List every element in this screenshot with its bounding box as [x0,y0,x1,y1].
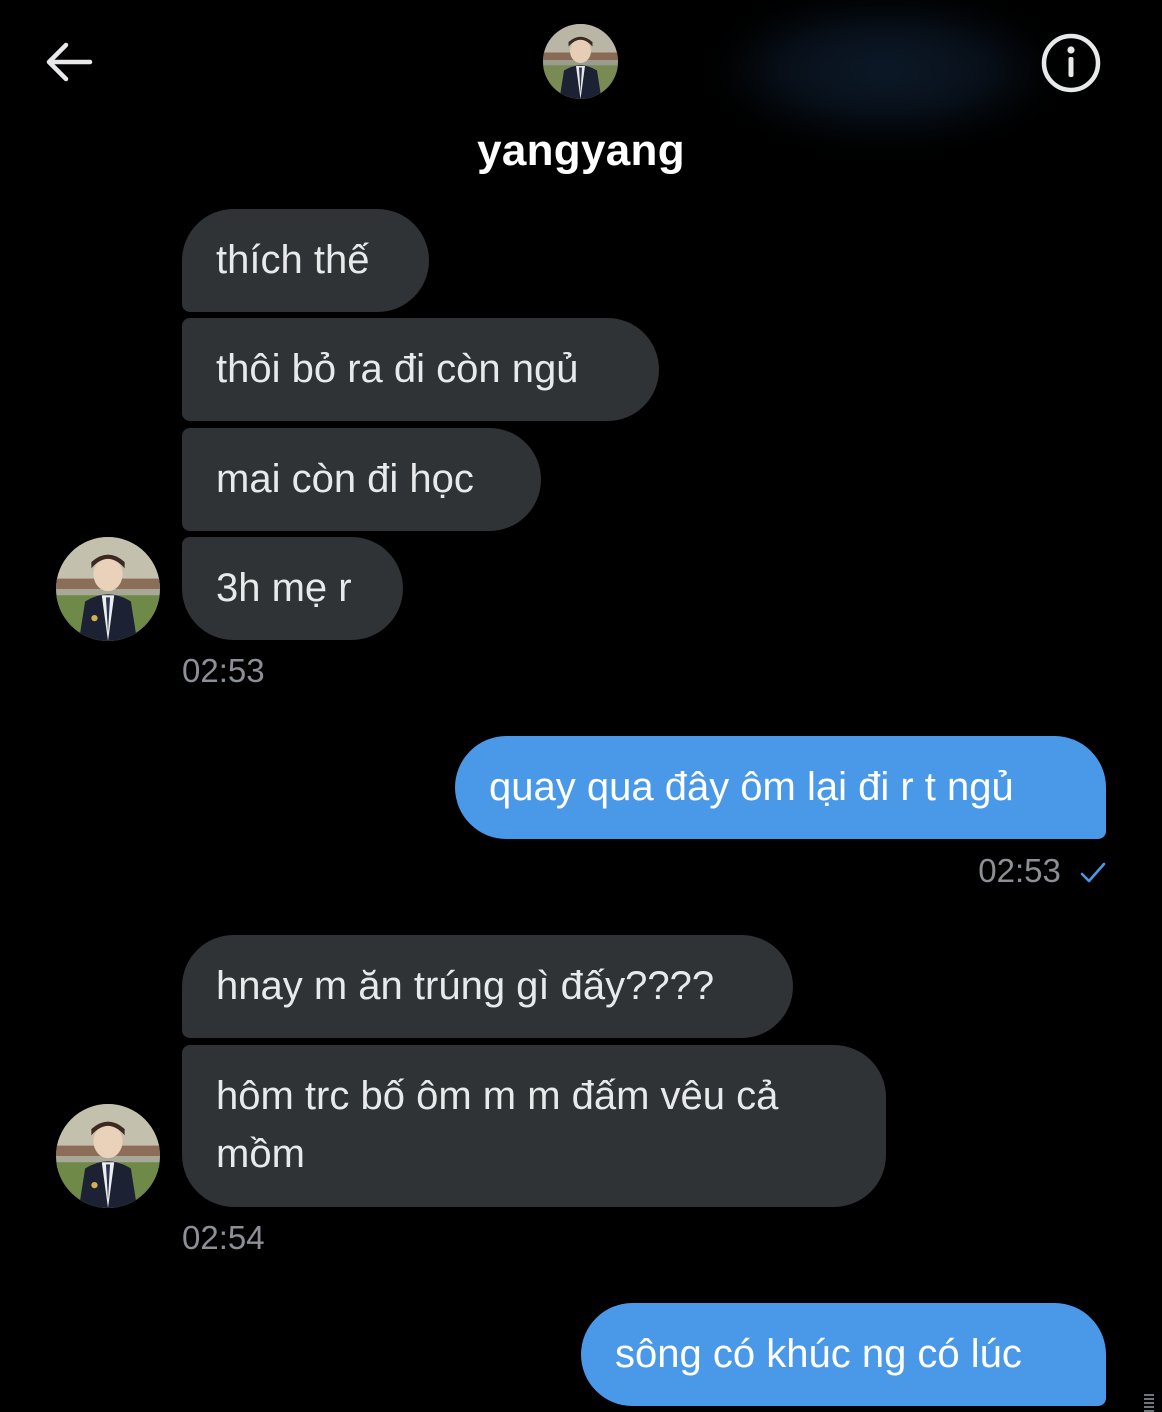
avatar-image [543,24,618,99]
info-icon [1041,33,1101,93]
sender-avatar[interactable] [56,537,160,641]
message-text: 3h mẹ r [216,566,352,610]
message-text: thôi bỏ ra đi còn ngủ [216,347,579,391]
message-text: thích thế [216,238,370,282]
scrollbar[interactable] [1144,1394,1154,1412]
read-check-icon [1080,862,1106,883]
message-text: quay qua đây ôm lại đi r t ngủ [489,765,1014,809]
header-avatar[interactable] [543,24,618,99]
avatar-image [56,1104,160,1208]
message-bubble-incoming[interactable]: hôm trc bố ôm m m đấm vêu cả mồm [182,1045,886,1207]
message-bubble-incoming[interactable]: mai còn đi học [182,428,541,531]
message-text: sông có khúc ng có lúc [615,1332,1022,1376]
message-bubble-incoming[interactable]: hnay m ăn trúng gì đấy???? [182,935,793,1038]
message-bubble-outgoing[interactable]: sông có khúc ng có lúc [581,1303,1106,1406]
message-timestamp: 02:53 [978,852,1061,889]
back-button[interactable] [36,34,100,90]
arrow-left-icon [46,42,93,82]
message-text: mai còn đi học [216,457,474,501]
message-bubble-outgoing[interactable]: quay qua đây ôm lại đi r t ngủ [455,736,1106,839]
message-text-line-2: mồm [216,1132,305,1176]
info-button[interactable] [1040,32,1102,94]
message-bubble-incoming[interactable]: thích thế [182,209,429,312]
message-text: hnay m ăn trúng gì đấy???? [216,964,715,1008]
message-timestamp: 02:53 [182,652,265,689]
message-timestamp: 02:54 [182,1219,265,1256]
message-bubble-incoming[interactable]: 3h mẹ r [182,537,403,640]
conversation-header: yangyang [0,0,1162,200]
message-status: 02:53 [900,852,1106,890]
conversation-name: yangyang [477,126,685,175]
blurred-region [720,0,1050,140]
sender-avatar[interactable] [56,1104,160,1208]
message-text-line-1: hôm trc bố ôm m m đấm vêu cả [216,1074,779,1118]
avatar-image [56,537,160,641]
message-bubble-incoming[interactable]: thôi bỏ ra đi còn ngủ [182,318,659,421]
